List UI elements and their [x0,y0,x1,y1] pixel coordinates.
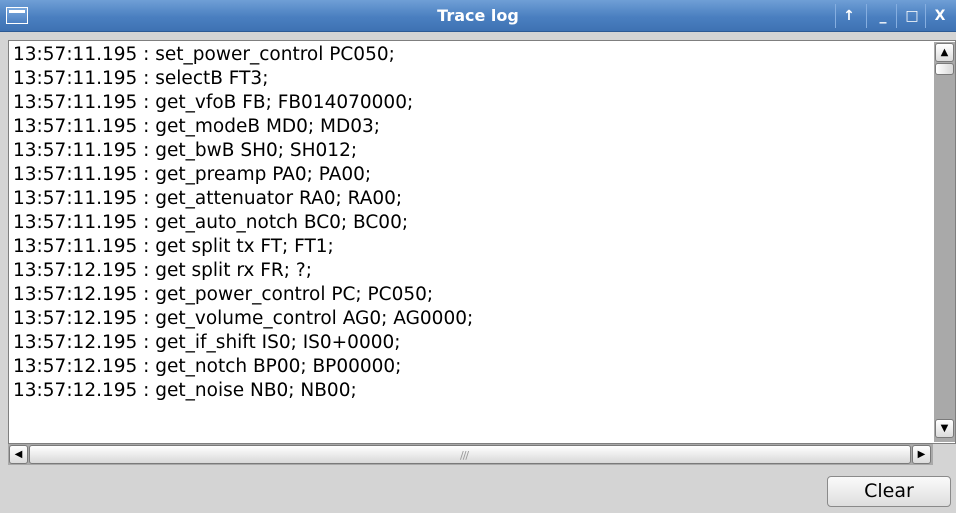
log-line: 13:57:12.195 : get split rx FR; ?; [13,260,312,281]
title-bar[interactable]: Trace log ↑ _ □ X [0,0,956,32]
log-line: 13:57:11.195 : get_auto_notch BC0; BC00; [13,212,409,233]
log-line: 13:57:11.195 : get_bwB SH0; SH012; [13,140,358,161]
log-line: 13:57:12.195 : get_notch BP00; BP00000; [13,356,402,377]
title-separator [896,4,897,28]
scroll-up-icon[interactable]: ▲ [935,43,954,62]
log-line: 13:57:11.195 : get_preamp PA0; PA00; [13,164,372,185]
horizontal-scroll-thumb[interactable]: /// [29,445,911,464]
vertical-scrollbar[interactable]: ▲ ▼ [934,42,955,442]
scroll-left-icon[interactable]: ◀ [9,445,28,464]
window-title: Trace log [437,6,519,25]
scroll-down-icon[interactable]: ▼ [935,419,954,438]
maximize-icon[interactable]: □ [901,6,923,26]
log-line: 13:57:12.195 : get_volume_control AG0; A… [13,308,474,329]
close-icon[interactable]: X [929,6,951,26]
minimize-icon[interactable]: _ [872,6,894,26]
title-separator [835,4,836,28]
log-line: 13:57:12.195 : get_power_control PC; PC0… [13,284,434,305]
log-line: 13:57:12.195 : get_if_shift IS0; IS0+000… [13,332,401,353]
log-line: 13:57:11.195 : get_attenuator RA0; RA00; [13,188,403,209]
scroll-corner [933,444,956,465]
log-line: 13:57:11.195 : get_modeB MD0; MD03; [13,116,381,137]
title-separator [866,4,867,28]
horizontal-scrollbar[interactable]: ◀ /// ▶ [8,444,933,465]
clear-button[interactable]: Clear [827,476,951,507]
button-bar: Clear [0,465,956,513]
title-separator [925,4,926,28]
log-line: 13:57:11.195 : selectB FT3; [13,68,269,89]
log-line: 13:57:12.195 : get_noise NB0; NB00; [13,380,357,401]
grip-icon: /// [460,449,469,462]
log-lines: 13:57:11.195 : set_power_control PC050; 1… [13,43,933,403]
scroll-right-icon[interactable]: ▶ [912,445,931,464]
vertical-scroll-thumb[interactable] [935,63,954,75]
log-line: 13:57:11.195 : get_vfoB FB; FB014070000; [13,92,414,113]
pin-icon[interactable]: ↑ [838,6,860,26]
log-line: 13:57:11.195 : set_power_control PC050; [13,44,395,65]
trace-log-text-area[interactable]: 13:57:11.195 : set_power_control PC050; 1… [8,40,956,444]
log-line: 13:57:11.195 : get split tx FT; FT1; [13,236,334,257]
